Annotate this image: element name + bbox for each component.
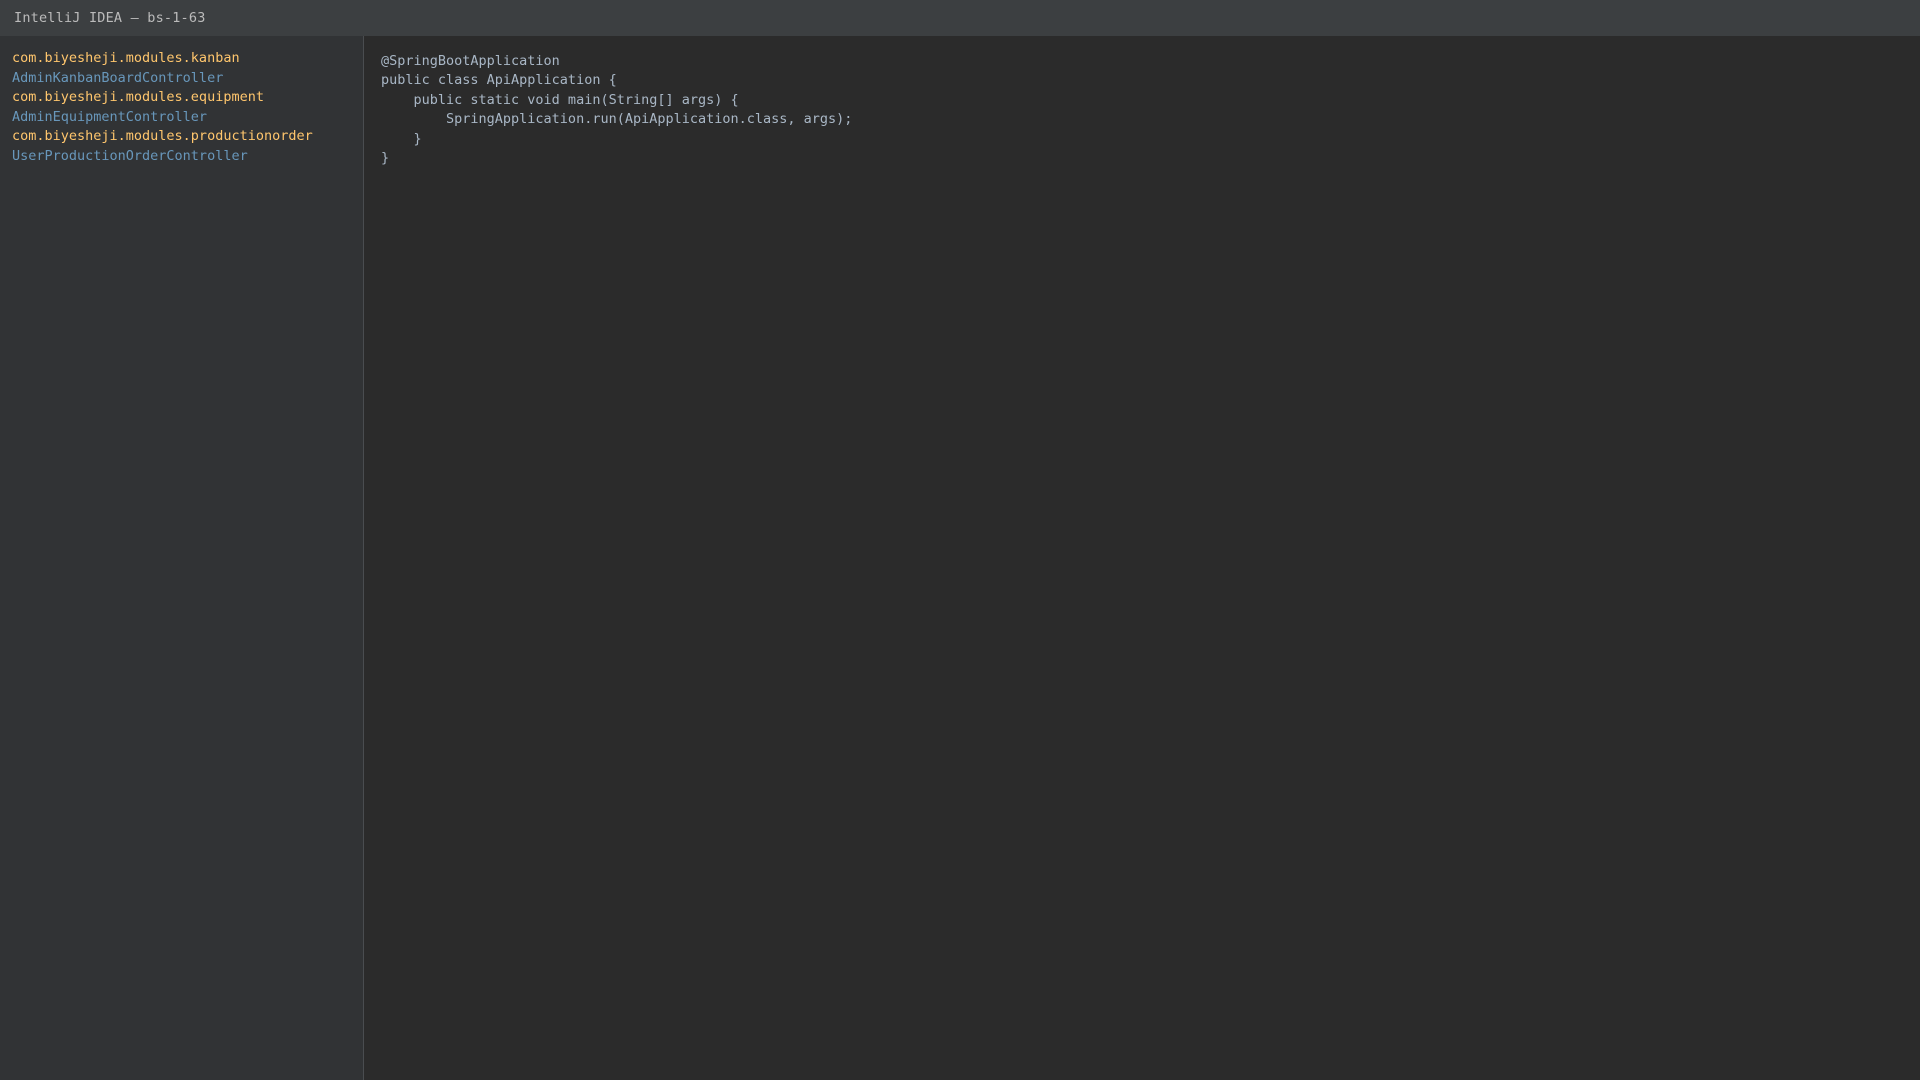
code-line: }	[381, 149, 390, 166]
tree-item-package-kanban[interactable]: com.biyesheji.modules.kanban	[12, 49, 363, 69]
window-title: IntelliJ IDEA — bs-1-63	[14, 10, 206, 26]
tree-item-user-production-order-controller[interactable]: UserProductionOrderController	[12, 147, 363, 167]
code-line: public static void main(String[] args) {	[381, 91, 739, 108]
code-line: }	[381, 130, 422, 147]
tree-item-package-equipment[interactable]: com.biyesheji.modules.equipment	[12, 88, 363, 108]
code-editor[interactable]: @SpringBootApplication public class ApiA…	[365, 36, 1920, 1080]
code-line: @SpringBootApplication	[381, 53, 560, 69]
project-tree-panel: com.biyesheji.modules.kanban AdminKanban…	[0, 36, 364, 1080]
tree-item-package-productionorder[interactable]: com.biyesheji.modules.productionorder	[12, 127, 363, 147]
code-line: SpringApplication.run(ApiApplication.cla…	[381, 111, 853, 128]
tree-item-admin-equipment-controller[interactable]: AdminEquipmentController	[12, 108, 363, 128]
title-bar: IntelliJ IDEA — bs-1-63	[0, 0, 1920, 36]
tree-item-admin-kanban-board-controller[interactable]: AdminKanbanBoardController	[12, 69, 363, 89]
code-line: public class ApiApplication {	[381, 72, 617, 89]
